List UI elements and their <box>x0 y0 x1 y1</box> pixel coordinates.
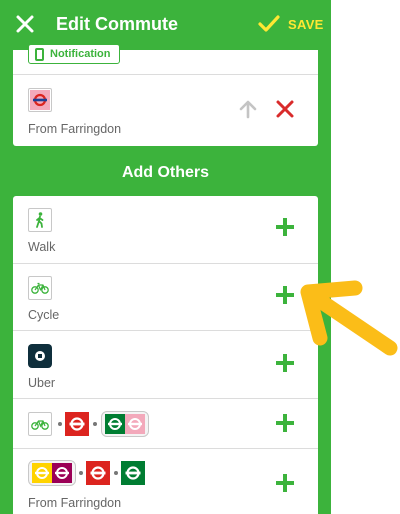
up-arrow-icon[interactable] <box>238 99 258 119</box>
add-farringdon-route-button[interactable] <box>275 473 295 493</box>
tfl-line-pair <box>101 411 149 437</box>
divider <box>13 398 318 399</box>
add-others-list: Walk Cycle Uber From Farringdon <box>13 196 318 514</box>
save-button[interactable]: SAVE <box>258 14 324 34</box>
farringdon-route-label: From Farringdon <box>28 496 122 510</box>
edit-commute-screen: Edit Commute SAVE Notification From Farr… <box>0 0 331 514</box>
separator-dot <box>79 471 83 475</box>
app-bar: Edit Commute SAVE <box>0 0 331 50</box>
tfl-roundel-icon <box>121 461 145 485</box>
bicycle-icon <box>28 412 52 436</box>
tfl-roundel-icon <box>32 463 52 483</box>
check-icon <box>258 15 280 32</box>
separator-dot <box>114 471 118 475</box>
add-combo-route-button[interactable] <box>275 413 295 433</box>
uber-icon <box>28 344 52 368</box>
separator-dot <box>58 422 62 426</box>
separator-dot <box>93 422 97 426</box>
cycle-label: Cycle <box>28 308 60 322</box>
divider <box>13 263 318 264</box>
notification-badge[interactable]: Notification <box>28 44 120 64</box>
divider <box>13 330 318 331</box>
tfl-roundel-icon <box>65 412 89 436</box>
add-walk-button[interactable] <box>275 217 295 237</box>
tfl-roundel-icon <box>28 88 52 112</box>
current-commute-card: Notification From Farringdon <box>13 44 318 146</box>
notification-label: Notification <box>50 48 111 60</box>
tfl-line-pair <box>28 460 76 486</box>
divider <box>13 448 318 449</box>
tfl-roundel-icon <box>52 463 72 483</box>
page-title: Edit Commute <box>56 14 179 34</box>
add-others-heading: Add Others <box>121 164 210 181</box>
divider <box>13 74 318 75</box>
walk-icon <box>28 208 52 232</box>
leg-from-label: From Farringdon <box>28 122 122 136</box>
tfl-roundel-icon <box>125 414 145 434</box>
save-label: SAVE <box>288 16 324 32</box>
annotation-arrow-icon <box>300 280 398 356</box>
uber-label: Uber <box>28 376 56 390</box>
add-uber-button[interactable] <box>275 353 295 373</box>
remove-x-icon[interactable] <box>275 99 295 119</box>
tfl-roundel-icon <box>105 414 125 434</box>
add-cycle-button[interactable] <box>275 285 295 305</box>
close-icon[interactable] <box>13 12 37 36</box>
bicycle-icon <box>28 276 52 300</box>
walk-label: Walk <box>28 240 56 254</box>
phone-icon <box>35 47 44 61</box>
tfl-roundel-icon <box>86 461 110 485</box>
